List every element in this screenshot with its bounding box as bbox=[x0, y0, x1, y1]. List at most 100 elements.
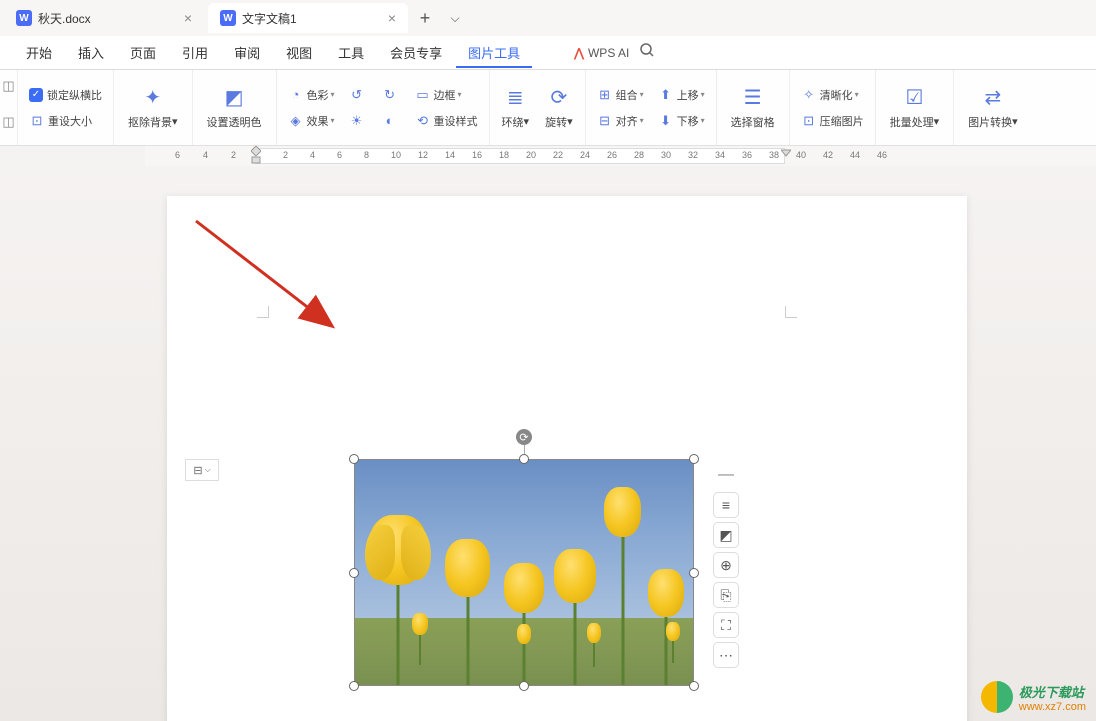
move-down-button[interactable]: ⬇下移▾ bbox=[653, 110, 710, 132]
watermark-title: 极光下载站 bbox=[1019, 682, 1086, 701]
rotate-handle[interactable]: ⟳ bbox=[516, 429, 532, 445]
tab-label: 文字文稿1 bbox=[242, 10, 297, 27]
document-tab-2[interactable]: W 文字文稿1 × bbox=[208, 3, 408, 33]
paragraph-icon: ⊟ bbox=[193, 464, 202, 477]
align-button[interactable]: ⊟对齐▾ bbox=[592, 110, 649, 132]
brightness-button[interactable]: ☀ bbox=[344, 110, 373, 132]
clarity-button[interactable]: ✧清晰化▾ bbox=[796, 84, 864, 106]
menu-member[interactable]: 会员专享 bbox=[378, 37, 454, 68]
size-group: ✓ 锁定纵横比 ⊡ 重设大小 bbox=[18, 70, 114, 145]
border-button[interactable]: ▭边框▾ bbox=[410, 84, 467, 106]
optimize-group: ✧清晰化▾ ⊡压缩图片 bbox=[790, 70, 876, 145]
effect-icon: ◈ bbox=[288, 113, 304, 129]
contrast-icon: ◐ bbox=[382, 113, 398, 129]
wrap-button[interactable]: ≣环绕▾ bbox=[496, 84, 536, 132]
ai-icon: ⋀ bbox=[574, 46, 584, 60]
resize-handle-tl[interactable] bbox=[349, 454, 359, 464]
arrange-group-2: ⊞组合▾ ⬆上移▾ ⊟对齐▾ ⬇下移▾ bbox=[586, 70, 717, 145]
selected-image[interactable]: ⟳ bbox=[354, 459, 694, 686]
ruler-indent-marker-bottom[interactable] bbox=[251, 156, 261, 166]
rotate-left-icon: ↺ bbox=[349, 87, 365, 103]
select-pane-group: ☰ 选择窗格 bbox=[717, 70, 790, 145]
collapse-tools-button[interactable]: — bbox=[713, 462, 739, 488]
resize-handle-mr[interactable] bbox=[689, 568, 699, 578]
wrap-tool-button[interactable]: ≡ bbox=[713, 492, 739, 518]
wps-ai-label: WPS AI bbox=[588, 46, 629, 60]
select-pane-button[interactable]: ☰ 选择窗格 bbox=[723, 82, 783, 134]
document-area: ⊟ ⌵ ⟳ bbox=[0, 166, 1096, 721]
reset-style-button[interactable]: ⟲重设样式 bbox=[410, 110, 483, 132]
crop-edge-icon[interactable]: ◫ bbox=[2, 78, 14, 94]
remove-bg-icon: ✦ bbox=[141, 86, 165, 110]
resize-handle-bl[interactable] bbox=[349, 681, 359, 691]
new-tab-button[interactable]: + bbox=[412, 5, 438, 31]
remove-bg-button[interactable]: ✦ 抠除背景▾ bbox=[120, 82, 186, 134]
menu-reference[interactable]: 引用 bbox=[170, 37, 220, 68]
menu-bar: 开始 插入 页面 引用 审阅 视图 工具 会员专享 图片工具 ⋀ WPS AI bbox=[0, 36, 1096, 70]
menu-page[interactable]: 页面 bbox=[118, 37, 168, 68]
resize-icon: ⊡ bbox=[29, 113, 45, 129]
batch-button[interactable]: ☑ 批量处理▾ bbox=[882, 82, 948, 134]
tab-label: 秋天.docx bbox=[38, 10, 91, 27]
transparent-icon: ◩ bbox=[222, 86, 246, 110]
close-tab-icon[interactable]: × bbox=[184, 10, 192, 26]
paragraph-layout-button[interactable]: ⊟ ⌵ bbox=[185, 459, 219, 481]
color-icon: ◔ bbox=[288, 87, 304, 103]
more-tools-button[interactable]: ⋯ bbox=[713, 642, 739, 668]
effect-button[interactable]: ◈效果▾ bbox=[283, 110, 340, 132]
reset-size-button[interactable]: ⊡ 重设大小 bbox=[24, 110, 107, 132]
copy-tool-button[interactable]: ⎘ bbox=[713, 582, 739, 608]
rotate-icon: ⟳ bbox=[547, 86, 571, 110]
reset-style-icon: ⟲ bbox=[415, 113, 431, 129]
search-icon[interactable] bbox=[639, 42, 655, 63]
batch-icon: ☑ bbox=[902, 86, 926, 110]
image-float-toolbar: — ≡ ◩ ⊕ ⎘ ⛶ ⋯ bbox=[713, 462, 739, 668]
menu-picture-tools[interactable]: 图片工具 bbox=[456, 37, 532, 68]
menu-view[interactable]: 视图 bbox=[274, 37, 324, 68]
set-transparent-button[interactable]: ◩ 设置透明色 bbox=[199, 82, 270, 134]
document-tab-1[interactable]: W 秋天.docx × bbox=[4, 3, 204, 33]
resize-handle-tm[interactable] bbox=[519, 454, 529, 464]
color-button[interactable]: ◔色彩▾ bbox=[283, 84, 340, 106]
close-tab-icon[interactable]: × bbox=[388, 10, 396, 26]
move-up-button[interactable]: ⬆上移▾ bbox=[653, 84, 710, 106]
menu-start[interactable]: 开始 bbox=[14, 37, 64, 68]
menu-tools[interactable]: 工具 bbox=[326, 37, 376, 68]
ruler-right-marker[interactable] bbox=[781, 148, 791, 158]
crop-tool-button[interactable]: ◩ bbox=[713, 522, 739, 548]
lock-ratio-checkbox[interactable]: ✓ 锁定纵横比 bbox=[24, 84, 107, 106]
wrap-icon: ≣ bbox=[503, 86, 527, 110]
bg-group: ✦ 抠除背景▾ bbox=[114, 70, 193, 145]
convert-button[interactable]: ⇄ 图片转换▾ bbox=[960, 82, 1026, 134]
rotate-right-button[interactable]: ↻ bbox=[377, 84, 406, 106]
zoom-tool-button[interactable]: ⊕ bbox=[713, 552, 739, 578]
fullscreen-tool-button[interactable]: ⛶ bbox=[713, 612, 739, 638]
contrast-button[interactable]: ◐ bbox=[377, 110, 406, 132]
resize-handle-ml[interactable] bbox=[349, 568, 359, 578]
watermark: 极光下载站 www.xz7.com bbox=[981, 681, 1086, 713]
rotate-right-icon: ↻ bbox=[382, 87, 398, 103]
resize-handle-tr[interactable] bbox=[689, 454, 699, 464]
rotate-button[interactable]: ⟳旋转▾ bbox=[539, 84, 579, 132]
ruler: 6 4 2 2 4 6 8 10 12 14 16 18 20 22 24 26… bbox=[0, 146, 1096, 166]
move-down-icon: ⬇ bbox=[658, 113, 674, 129]
group-button[interactable]: ⊞组合▾ bbox=[592, 84, 649, 106]
crop-edge-icon-2[interactable]: ◫ bbox=[2, 114, 14, 130]
resize-handle-br[interactable] bbox=[689, 681, 699, 691]
picture-toolbar: ◫ ◫ ✓ 锁定纵横比 ⊡ 重设大小 ✦ 抠除背景▾ ◩ 设置透明色 ◔色彩▾ … bbox=[0, 70, 1096, 146]
menu-review[interactable]: 审阅 bbox=[222, 37, 272, 68]
transparent-group: ◩ 设置透明色 bbox=[193, 70, 277, 145]
wps-ai-button[interactable]: ⋀ WPS AI bbox=[574, 46, 629, 60]
brightness-icon: ☀ bbox=[349, 113, 365, 129]
ruler-indent-marker[interactable] bbox=[251, 146, 261, 156]
rotate-left-button[interactable]: ↺ bbox=[344, 84, 373, 106]
align-icon: ⊟ bbox=[597, 113, 613, 129]
menu-insert[interactable]: 插入 bbox=[66, 37, 116, 68]
tab-menu-button[interactable]: ⌵ bbox=[442, 5, 468, 31]
border-icon: ▭ bbox=[415, 87, 431, 103]
resize-handle-bm[interactable] bbox=[519, 681, 529, 691]
word-icon: W bbox=[220, 10, 236, 26]
compress-button[interactable]: ⊡压缩图片 bbox=[796, 110, 869, 132]
watermark-logo-icon bbox=[981, 681, 1013, 713]
clarity-icon: ✧ bbox=[801, 87, 817, 103]
